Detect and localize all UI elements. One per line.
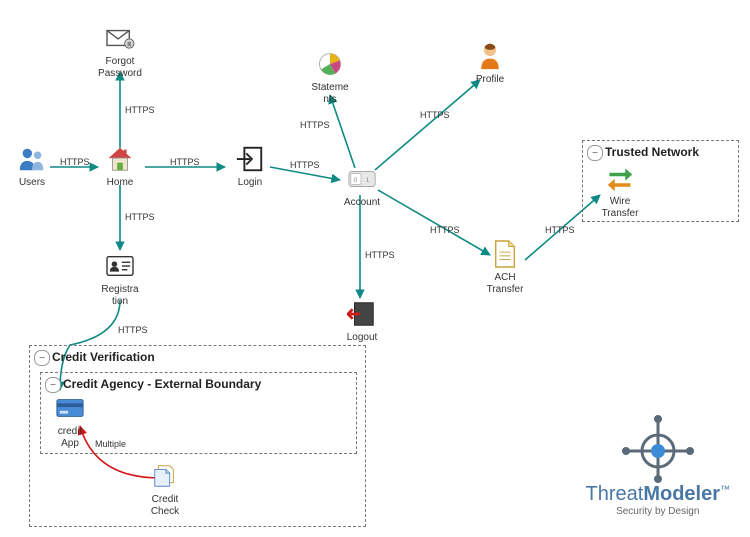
node-credit-check[interactable]: Credit Check <box>135 460 195 517</box>
edge-ach-wire-label: HTTPS <box>545 225 575 235</box>
node-logout-label: Logout <box>347 332 378 344</box>
node-credit-app[interactable]: credit App <box>40 392 100 449</box>
crosshair-logo-icon <box>618 413 698 483</box>
logo-trademark: ™ <box>720 484 730 495</box>
node-home-label: Home <box>107 177 134 189</box>
collapse-icon[interactable]: − <box>45 377 61 393</box>
node-wire-transfer-label: Wire Transfer <box>602 196 639 219</box>
node-users[interactable]: Users <box>2 143 62 189</box>
svg-text:1: 1 <box>366 177 370 184</box>
edge-users-home-label: HTTPS <box>60 157 90 167</box>
house-icon <box>104 143 136 175</box>
group-credit-verification-title: Credit Verification <box>52 350 155 364</box>
node-account[interactable]: 0 1 Account <box>332 163 392 209</box>
node-ach-transfer-label: ACH Transfer <box>487 272 524 295</box>
logo-subtitle: Security by Design <box>616 506 699 517</box>
node-credit-app-label: credit App <box>58 426 82 449</box>
node-forgot-password[interactable]: Forgot Password <box>90 22 150 79</box>
document-stack-icon <box>149 460 181 492</box>
node-profile-label: Profile <box>476 74 504 86</box>
threatmodeler-logo: ThreatModeler™ Security by Design <box>586 413 731 517</box>
node-registration-label: Registra tion <box>101 284 138 307</box>
logo-text-a: Threat <box>586 483 644 505</box>
id-card-icon <box>104 250 136 282</box>
edge-reg-credit-label: HTTPS <box>118 325 148 335</box>
mail-lock-icon <box>104 22 136 54</box>
edge-account-statements-label: HTTPS <box>300 120 330 130</box>
pie-chart-icon <box>314 48 346 80</box>
edge-login-account-label: HTTPS <box>290 160 320 170</box>
edge-home-reg-label: HTTPS <box>125 212 155 222</box>
transfer-arrows-icon <box>604 162 636 194</box>
credit-card-icon <box>54 392 86 424</box>
login-arrow-icon <box>234 143 266 175</box>
document-icon <box>489 238 521 270</box>
group-trusted-network-title: Trusted Network <box>605 145 699 159</box>
edge-home-forgot-label: HTTPS <box>125 105 155 115</box>
node-ach-transfer[interactable]: ACH Transfer <box>475 238 535 295</box>
node-login[interactable]: Login <box>220 143 280 189</box>
switch-icon: 0 1 <box>346 163 378 195</box>
node-wire-transfer[interactable]: Wire Transfer <box>590 162 650 219</box>
users-icon <box>16 143 48 175</box>
node-statements[interactable]: Stateme nts <box>300 48 360 105</box>
node-users-label: Users <box>19 177 45 189</box>
node-home[interactable]: Home <box>90 143 150 189</box>
edge-home-login-label: HTTPS <box>170 157 200 167</box>
collapse-icon[interactable]: − <box>587 145 603 161</box>
node-credit-check-label: Credit Check <box>151 494 179 517</box>
edge-account-logout-label: HTTPS <box>365 250 395 260</box>
node-statements-label: Stateme nts <box>311 82 348 105</box>
node-logout[interactable]: Logout <box>332 298 392 344</box>
node-forgot-password-label: Forgot Password <box>98 56 142 79</box>
logout-arrow-icon <box>346 298 378 330</box>
node-registration[interactable]: Registra tion <box>90 250 150 307</box>
logo-text: ThreatModeler™ <box>586 483 731 506</box>
group-credit-agency-title: Credit Agency - External Boundary <box>63 377 261 391</box>
node-account-label: Account <box>344 197 380 209</box>
edge-account-ach-label: HTTPS <box>430 225 460 235</box>
edge-account-profile-label: HTTPS <box>420 110 450 120</box>
diagram-canvas: HTTPS HTTPS HTTPS HTTPS HTTPS HTTPS HTTP… <box>0 0 750 537</box>
profile-avatar-icon <box>474 40 506 72</box>
svg-text:0: 0 <box>354 177 358 184</box>
logo-text-b: Modeler <box>643 483 720 505</box>
collapse-icon[interactable]: − <box>34 350 50 366</box>
node-profile[interactable]: Profile <box>460 40 520 86</box>
node-login-label: Login <box>238 177 262 189</box>
